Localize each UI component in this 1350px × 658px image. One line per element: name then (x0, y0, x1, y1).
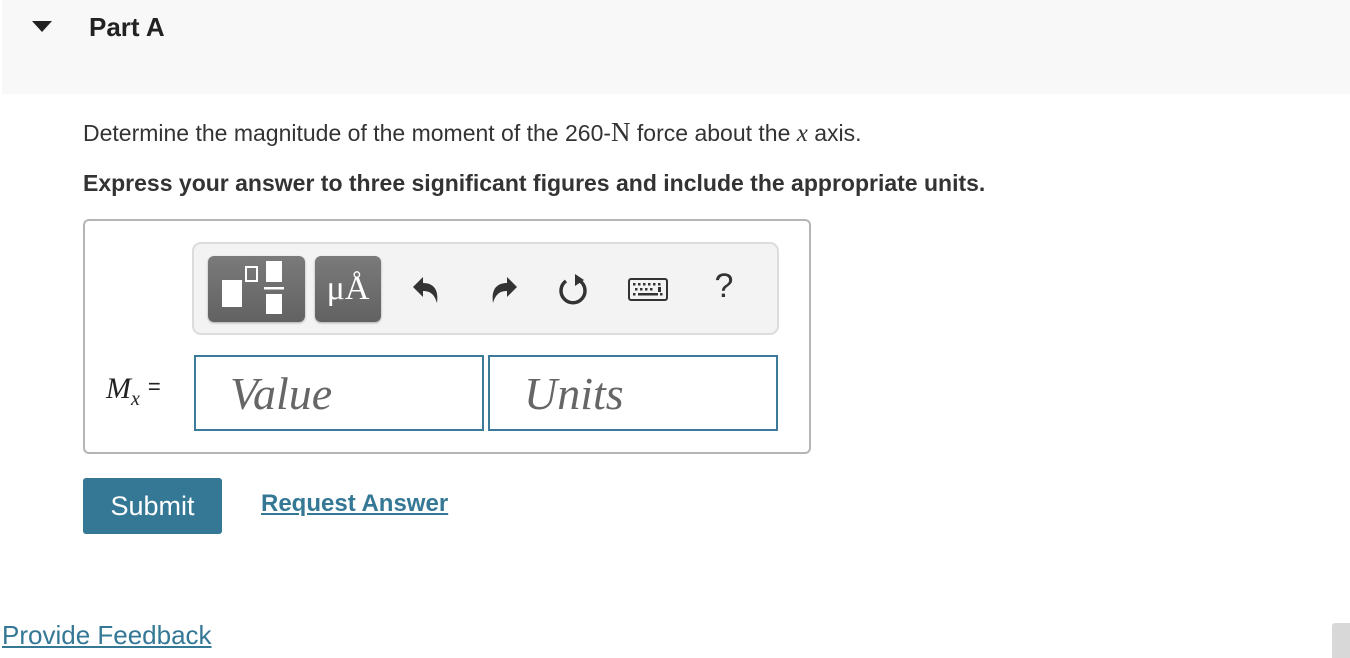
answer-label-var: M (106, 372, 131, 405)
axis-variable: x (796, 120, 808, 147)
answer-label-sub: x (131, 388, 140, 410)
force-unit: N (611, 117, 631, 147)
value-input[interactable] (194, 355, 484, 431)
question-text: Determine the magnitude of the moment of… (83, 117, 862, 148)
request-answer-link[interactable]: Request Answer (261, 490, 448, 518)
units-input[interactable] (488, 355, 778, 431)
undo-icon (413, 277, 438, 303)
templates-button[interactable] (208, 256, 305, 322)
reset-button[interactable] (554, 270, 594, 310)
question-middle: force about the (630, 120, 797, 146)
redo-button[interactable] (484, 270, 524, 310)
undo-button[interactable] (406, 270, 446, 310)
answer-label: Mx = (106, 372, 161, 411)
units-button[interactable]: μÅ (315, 256, 381, 322)
help-button[interactable]: ? (704, 266, 744, 306)
question-suffix: axis. (807, 120, 862, 146)
question-prefix: Determine the magnitude of the moment of… (83, 120, 612, 146)
reset-icon (559, 274, 587, 305)
collapse-caret-icon[interactable] (32, 21, 52, 32)
keyboard-icon (628, 278, 668, 301)
keyboard-button[interactable] (628, 270, 668, 310)
templates-icon (222, 261, 284, 314)
redo-icon (492, 277, 517, 303)
part-title: Part A (89, 12, 165, 42)
scrollbar-thumb[interactable] (1332, 623, 1350, 658)
part-header[interactable]: Part A (2, 0, 1350, 94)
instruction-text: Express your answer to three significant… (83, 170, 986, 196)
equals-sign: = (147, 374, 161, 399)
provide-feedback-link[interactable]: Provide Feedback (2, 620, 212, 651)
help-icon: ? (714, 266, 734, 305)
math-toolbar: μÅ ? (192, 242, 779, 335)
submit-button[interactable]: Submit (83, 478, 222, 534)
units-icon: μÅ (326, 270, 370, 307)
